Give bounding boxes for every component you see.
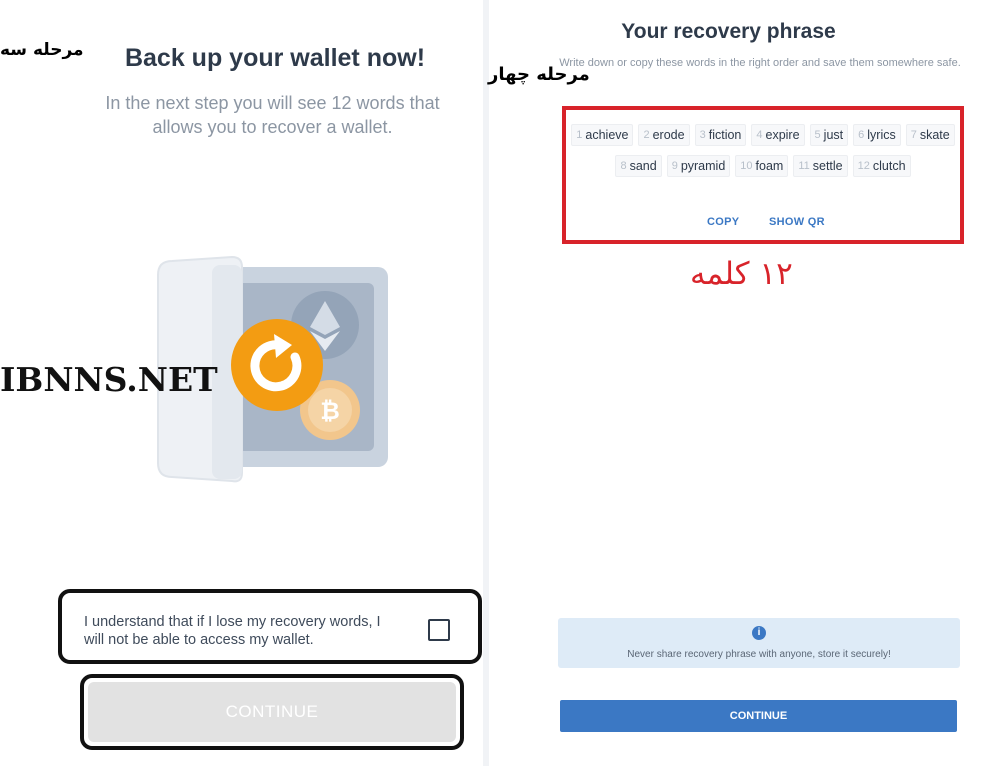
word-number: 6 (858, 129, 865, 141)
word-text: expire (765, 128, 800, 142)
step-four-label: مرحله چهار (488, 64, 590, 85)
word-chip: 8 sand (615, 155, 662, 177)
show-qr-button[interactable]: SHOW QR (769, 216, 825, 228)
word-number: 9 (671, 160, 678, 172)
continue-button-disabled[interactable]: CONTINUE (88, 682, 456, 742)
site-watermark: IBNNS.NET (0, 360, 218, 399)
word-number: 1 (576, 129, 583, 141)
word-text: sand (629, 159, 657, 173)
info-icon: i (752, 626, 766, 640)
twelve-words-annotation: ۱۲ کلمه (690, 256, 793, 292)
word-chip: 3 fiction (694, 124, 747, 146)
understand-text: I understand that if I lose my recovery … (84, 614, 381, 648)
word-chip: 4 expire (751, 124, 805, 146)
word-number: 11 (798, 160, 810, 172)
recovery-title: Your recovery phrase (621, 20, 836, 43)
recovery-description: Write down or copy these words in the ri… (559, 57, 961, 69)
word-text: fiction (708, 128, 742, 142)
word-number: 10 (740, 160, 753, 172)
word-row: 1 achieve 2 erode 3 fiction 4 expire 5 just 6… (566, 124, 960, 146)
word-text: settle (812, 159, 843, 173)
word-chip: 1 achieve (571, 124, 634, 146)
security-warning: i Never share recovery phrase with anyon… (558, 618, 960, 668)
bitcoin-icon: ₿ (320, 397, 340, 425)
word-chip: 2 erode (638, 124, 690, 146)
word-chip: 10 foam (735, 155, 789, 177)
word-chip: 9 pyramid (666, 155, 731, 177)
word-number: 2 (643, 129, 650, 141)
word-chip: 7 skate (905, 124, 955, 146)
word-chip: 12 clutch (852, 155, 911, 177)
word-chip: 5 just (809, 124, 849, 146)
word-text: just (823, 128, 844, 142)
word-number: 5 (814, 129, 821, 141)
word-row: 8 sand 9 pyramid 10 foam 11 settle 12 clutch (566, 155, 960, 177)
copy-button[interactable]: COPY (707, 216, 739, 228)
word-number: 3 (699, 129, 706, 141)
word-text: erode (652, 128, 685, 142)
word-text: pyramid (680, 159, 726, 173)
word-text: achieve (585, 128, 629, 142)
restore-icon (231, 319, 323, 411)
word-text: foam (755, 159, 784, 173)
continue-highlight: CONTINUE (80, 674, 464, 750)
recovery-words-box: 1 achieve 2 erode 3 fiction 4 expire 5 just 6… (562, 106, 964, 244)
word-text: lyrics (867, 128, 896, 142)
word-chip: 11 settle (793, 155, 848, 177)
backup-description: In the next step you will see 12 words t… (105, 93, 440, 137)
word-number: 4 (756, 129, 763, 141)
warning-text: Never share recovery phrase with anyone,… (627, 649, 891, 660)
understand-checkbox[interactable] (428, 619, 450, 641)
backup-title: Back up your wallet now! (124, 44, 426, 72)
word-number: 8 (620, 160, 627, 172)
word-number: 7 (910, 129, 917, 141)
step-three-label: مرحله سه (0, 40, 84, 60)
word-text: clutch (872, 159, 906, 173)
word-number: 12 (857, 160, 870, 172)
word-chip: 6 lyrics (853, 124, 901, 146)
word-text: skate (919, 128, 950, 142)
continue-button[interactable]: CONTINUE (560, 700, 957, 732)
understand-confirmation[interactable]: I understand that if I lose my recovery … (58, 589, 482, 664)
